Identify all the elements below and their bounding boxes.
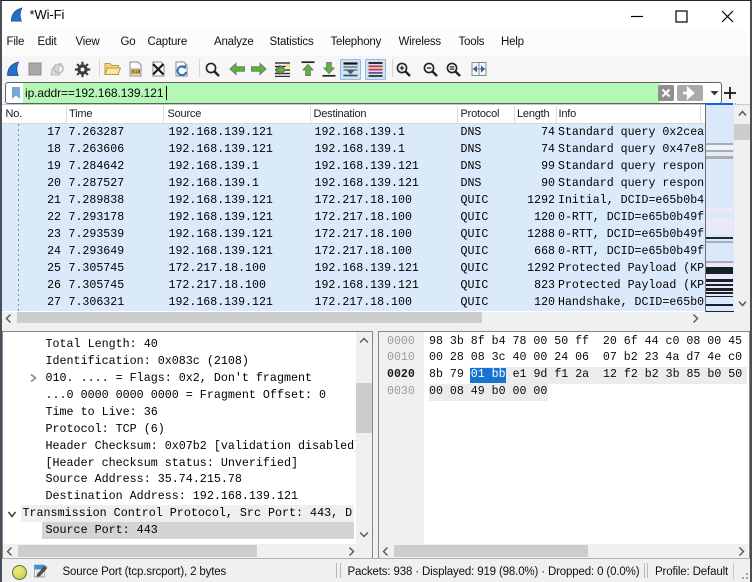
svg-text:010: 010 — [132, 69, 141, 75]
